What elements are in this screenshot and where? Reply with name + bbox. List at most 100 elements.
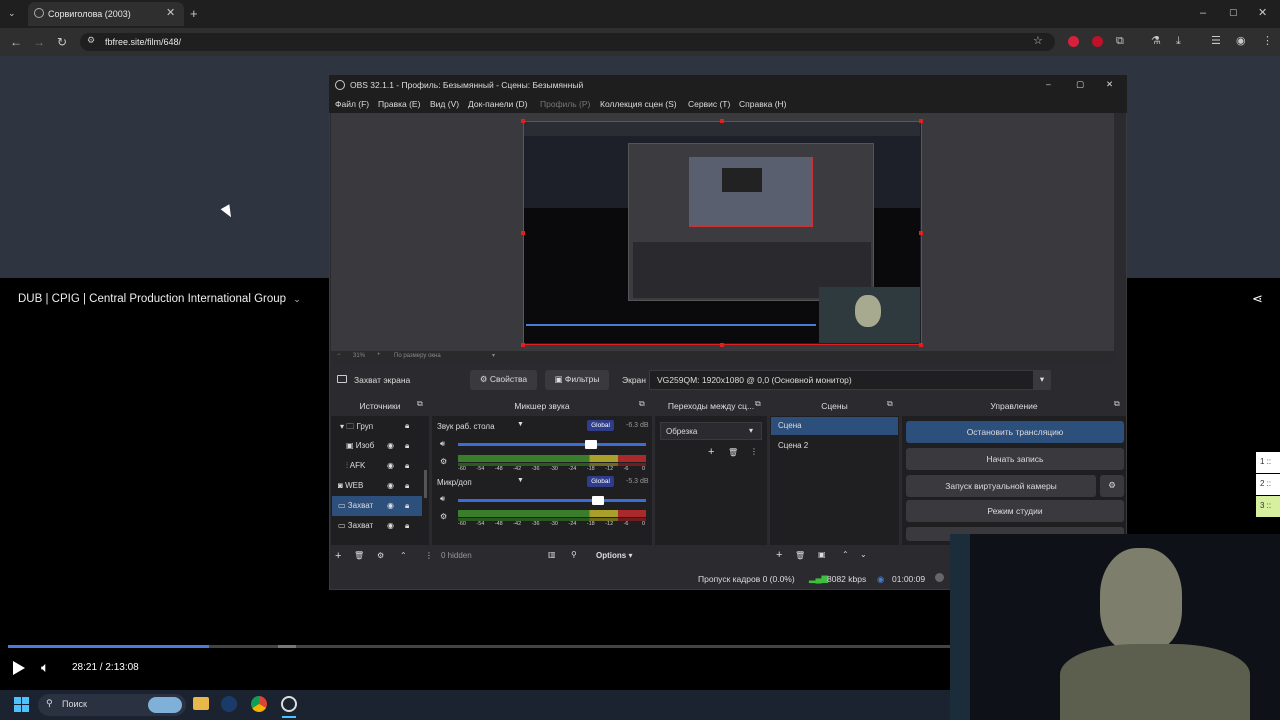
side-item[interactable]: 2 :: [1256,474,1280,495]
zoom-in-button[interactable]: + [377,352,381,358]
start-virtual-camera-button[interactable]: Запуск виртуальной камеры [906,475,1096,497]
source-row-web[interactable]: ◙ WEB [338,481,363,490]
scene-item[interactable]: Сцена 2 [778,441,808,450]
start-button-icon[interactable] [14,697,29,712]
hidden-count[interactable]: 0 hidden [441,551,472,560]
screen-select[interactable]: VG259QM: 1920x1080 @ 0,0 (Основной монит… [649,370,1049,390]
transition-select[interactable]: Обрезка ▾ [660,422,762,440]
menu-profile[interactable]: Профиль (P) [540,99,590,109]
browser-tab[interactable]: Сорвиголова (2003) ✕ [28,2,184,26]
transition-more-icon[interactable]: ⋮ [750,447,758,456]
dock-float-icon[interactable]: ⧉ [1114,400,1120,408]
taskbar-search[interactable]: ⚲ Поиск [38,694,186,716]
obs-minimize-icon[interactable]: – [1046,79,1051,89]
lock-icon[interactable]: 🔒︎ [405,521,409,531]
volume-slider-knob[interactable] [584,440,597,449]
lock-icon[interactable]: 🔒︎ [405,461,409,471]
address-bar[interactable]: ⚙ fbfree.site/film/648/ ☆ [80,33,1055,51]
audio-settings-icon[interactable]: ⚙ [440,512,447,521]
remove-source-icon[interactable]: 🗑︎ [354,551,364,560]
resize-handle[interactable] [521,343,525,347]
reading-list-icon[interactable]: ☰ [1211,36,1221,47]
volume-icon[interactable]: 🔈︎ [41,659,49,676]
source-row-group[interactable]: ▾ 🗀︎ Груп [340,421,373,435]
file-explorer-icon[interactable] [193,697,209,710]
dock-float-icon[interactable]: ⧉ [417,400,423,408]
visibility-eye-icon[interactable]: ◉ [387,461,394,470]
track-menu-icon[interactable]: ▼ [517,477,524,484]
back-icon[interactable]: ← [10,36,22,48]
visibility-eye-icon[interactable]: ◉ [387,501,394,510]
resize-handle[interactable] [720,343,724,347]
menu-tools[interactable]: Сервис (T) [688,99,730,109]
resize-handle[interactable] [720,119,724,123]
scene-up-icon[interactable]: ⌃ [842,550,849,559]
mixer-layout-icon[interactable]: ▥ [548,550,556,559]
source-row-screen-capture[interactable]: ▭ Захват [338,501,373,510]
track-menu-icon[interactable]: ▼ [517,421,524,428]
source-properties-icon[interactable]: ⚙ [377,551,384,560]
close-tab-icon[interactable]: ✕ [166,8,175,19]
stop-stream-button[interactable]: Остановить трансляцию [906,421,1124,443]
scene-item[interactable]: Сцена [778,421,802,430]
remove-scene-icon[interactable]: 🗑︎ [795,551,805,560]
obs-maximize-icon[interactable]: ▢ [1076,79,1084,90]
resize-handle[interactable] [521,231,525,235]
lock-icon[interactable]: 🔒︎ [405,421,409,431]
volume-slider[interactable] [458,443,646,446]
menu-dots-icon[interactable]: ⋮ [1262,36,1273,47]
lock-icon[interactable]: 🔒︎ [405,441,409,451]
dock-float-icon[interactable]: ⧉ [887,400,893,408]
audio-settings-icon[interactable]: ⚙ [440,457,447,466]
add-scene-icon[interactable]: + [776,549,782,561]
side-item[interactable]: 3 :: [1256,496,1280,517]
source-row-window-capture[interactable]: ▭ Захват [338,521,373,530]
dock-float-icon[interactable]: ⧉ [755,400,761,408]
obs-taskbar-icon[interactable] [281,696,297,712]
menu-file[interactable]: Файл (F) [335,99,369,109]
scene-filter-icon[interactable]: ▣ [818,550,826,559]
menu-help[interactable]: Справка (H) [739,99,787,109]
sources-scrollbar[interactable] [424,470,427,498]
extension-play-icon[interactable] [1092,36,1103,47]
bookmark-star-icon[interactable]: ☆ [1033,36,1043,47]
side-item[interactable]: 1 :: [1256,452,1280,473]
lock-icon[interactable]: 🔒︎ [405,481,409,491]
zoom-fit[interactable]: По размеру окна [394,353,441,359]
zoom-dropdown-icon[interactable]: ▾ [492,352,495,359]
add-transition-icon[interactable]: + [708,446,714,458]
visibility-eye-icon[interactable]: ◉ [387,481,394,490]
resize-handle[interactable] [521,119,525,123]
source-row-afk[interactable]: ⫶ AFK [346,461,365,471]
mixer-link-icon[interactable]: ⚲ [571,550,577,559]
screen-select-arrow-icon[interactable]: ▾ [1033,370,1051,390]
play-icon[interactable] [13,661,25,675]
resize-handle[interactable] [919,231,923,235]
extensions-icon[interactable]: ⧉ [1116,36,1124,47]
performance-icon[interactable]: ⚗ [1151,36,1161,47]
virtual-camera-settings-icon[interactable]: ⚙ [1100,475,1124,497]
tab-list-icon[interactable]: ⌄ [8,9,16,18]
download-icon[interactable]: ⤓ [1176,36,1181,47]
source-row-image[interactable]: ▣ Изоб [346,441,374,450]
start-recording-button[interactable]: Начать запись [906,448,1124,470]
forward-icon[interactable]: → [33,36,45,48]
new-tab-icon[interactable]: + [190,7,198,20]
menu-view[interactable]: Вид (V) [430,99,459,109]
dock-float-icon[interactable]: ⧉ [639,400,645,408]
studio-mode-button[interactable]: Режим студии [906,500,1124,522]
reload-icon[interactable]: ↻ [57,36,67,48]
site-info-icon[interactable]: ⚙ [87,36,95,45]
share-icon[interactable]: ⋖ [1252,292,1263,305]
remove-transition-icon[interactable]: 🗑︎ [728,448,738,457]
mixer-options-button[interactable]: Options ▾ [596,551,632,560]
menu-scene-collection[interactable]: Коллекция сцен (S) [600,99,677,109]
resize-handle[interactable] [919,343,923,347]
add-source-icon[interactable]: + [335,550,341,562]
zoom-out-button[interactable]: − [337,352,341,358]
speaker-icon[interactable]: 🔊︎ [440,439,445,449]
profile-icon[interactable]: ◉ [1236,36,1246,47]
menu-docks[interactable]: Док-панели (D) [468,99,527,109]
obs-close-icon[interactable]: ✕ [1106,79,1113,90]
close-window-icon[interactable]: ✕ [1258,8,1267,19]
